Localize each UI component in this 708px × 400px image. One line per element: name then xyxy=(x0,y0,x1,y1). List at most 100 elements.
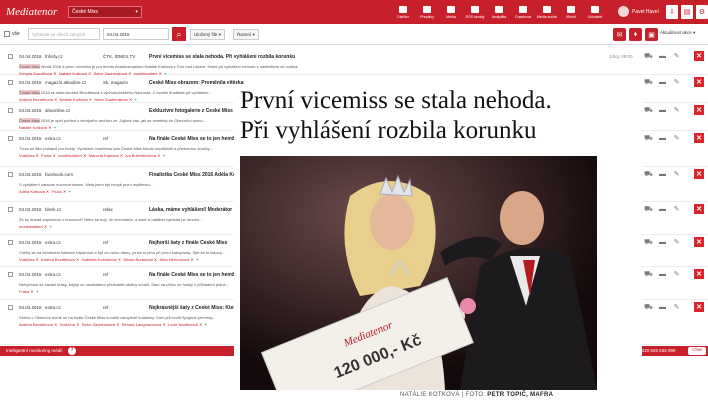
row-source[interactable]: ahaonline.cz xyxy=(45,108,70,113)
close-icon[interactable]: ✕ xyxy=(30,289,33,294)
row-checkbox[interactable] xyxy=(8,305,13,310)
row-title[interactable]: Finalistka České Miss 2016 Adéla Kotková xyxy=(149,172,239,178)
tag-chip[interactable]: Vraščina ✕ xyxy=(19,257,39,262)
row-source[interactable]: extra.cz xyxy=(45,272,61,277)
tag-chip[interactable]: modelsoldiert ✕ xyxy=(19,224,47,229)
tag-chip[interactable]: Fruka ✕ xyxy=(41,153,56,158)
tag-chip[interactable]: Adéla Kotková ✕ xyxy=(19,189,49,194)
row-source[interactable]: fnforty.cz xyxy=(45,54,63,59)
comment-icon[interactable]: ▬ xyxy=(658,52,667,60)
cart-icon[interactable]: ⛟ xyxy=(644,52,653,60)
nav-uzivatele[interactable]: Uživatelé xyxy=(584,2,606,22)
row-source[interactable]: extra.cz xyxy=(45,240,61,245)
row-checkbox[interactable] xyxy=(8,108,13,113)
tag-chip[interactable]: Sekci Zaoberatová ✕ xyxy=(82,322,120,327)
edit-icon[interactable]: ✎ xyxy=(672,170,681,178)
tag-chip[interactable]: Andrea Bezděková ✕ xyxy=(41,257,79,262)
close-icon[interactable]: ✕ xyxy=(89,97,92,102)
saved-filter-dropdown[interactable]: Uložený filtr ▾ xyxy=(190,29,226,40)
row-title[interactable]: První vicemiss se stala nehoda. Při vyhl… xyxy=(149,54,295,60)
row-source[interactable]: magazín.aktuálne.cz xyxy=(45,80,86,85)
comment-icon[interactable]: ▬ xyxy=(658,303,667,311)
add-tag-button[interactable]: + xyxy=(134,97,136,102)
inbox-button[interactable]: ✉ xyxy=(613,28,626,41)
app-logo[interactable]: Mediatenor xyxy=(6,6,62,18)
tag-chip[interactable]: Sekci Zaoberatová ✕ xyxy=(94,97,132,102)
sort-dropdown[interactable]: Řazení ▾ xyxy=(233,29,259,40)
row-source[interactable]: extra.cz xyxy=(45,305,61,310)
tag-chip[interactable]: Gabriela Kočkárová ✕ xyxy=(81,257,121,262)
row-title[interactable]: Nejhorší šaty z finále České Miss xyxy=(149,240,227,246)
select-all-checkbox[interactable] xyxy=(4,31,10,37)
nav-crawlovat[interactable]: Crawlovat xyxy=(512,2,534,22)
edit-icon[interactable]: ✎ xyxy=(672,270,681,278)
close-icon[interactable]: ✕ xyxy=(36,257,39,262)
row-source[interactable]: blesk.cz xyxy=(45,207,61,212)
nav-analytika[interactable]: Analytika xyxy=(488,2,510,22)
row-checkbox[interactable] xyxy=(8,172,13,177)
row-source[interactable]: extra.cz xyxy=(45,136,61,141)
edit-icon[interactable]: ✎ xyxy=(672,205,681,213)
chat-button[interactable]: Chat xyxy=(688,347,706,355)
comment-icon[interactable]: ▬ xyxy=(658,134,667,142)
cart-icon[interactable]: ⛟ xyxy=(644,78,653,86)
close-icon[interactable]: ✕ xyxy=(76,257,79,262)
row-title[interactable]: Exkluzivní fotogalerie z České Miss 2016 xyxy=(149,108,245,114)
cart-icon[interactable]: ⛟ xyxy=(644,303,653,311)
comment-icon[interactable]: ▬ xyxy=(658,78,667,86)
delete-button[interactable]: ✕ xyxy=(694,204,704,214)
search-input[interactable]: Vyhledat ve všech zdrojích xyxy=(28,28,100,40)
tag-chip[interactable]: Vraščina ✕ xyxy=(60,322,80,327)
delete-button[interactable]: ✕ xyxy=(694,237,704,247)
close-icon[interactable]: ✕ xyxy=(162,322,165,327)
comment-icon[interactable]: ▬ xyxy=(658,270,667,278)
close-icon[interactable]: ✕ xyxy=(191,257,194,262)
comment-icon[interactable]: ▬ xyxy=(658,205,667,213)
row-checkbox[interactable] xyxy=(8,240,13,245)
close-icon[interactable]: ✕ xyxy=(118,257,121,262)
close-icon[interactable]: ✕ xyxy=(129,97,132,102)
delete-button[interactable]: ✕ xyxy=(694,51,704,61)
tag-chip[interactable]: modelsoldiert ✕ xyxy=(58,153,86,158)
add-tag-button[interactable]: + xyxy=(205,322,207,327)
cart-icon[interactable]: ⛟ xyxy=(644,205,653,213)
delete-button[interactable]: ✕ xyxy=(694,77,704,87)
delete-button[interactable]: ✕ xyxy=(694,133,704,143)
row-checkbox[interactable] xyxy=(8,272,13,277)
close-icon[interactable]: ✕ xyxy=(157,153,160,158)
tag-chip[interactable]: Iva Bulenfeldtová ✕ xyxy=(125,153,160,158)
tag-button[interactable]: ⬧ xyxy=(629,28,642,41)
search-button[interactable]: ⌕ xyxy=(172,27,186,41)
download-button[interactable]: ⇩ xyxy=(666,5,678,19)
tag-chip[interactable]: Natálie Kotková ✕ xyxy=(60,97,93,102)
row-checkbox[interactable] xyxy=(8,136,13,141)
tag-chip[interactable]: Vraščina ✕ xyxy=(19,153,39,158)
nav-prepisky[interactable]: Přepisky xyxy=(416,2,438,22)
edit-icon[interactable]: ✎ xyxy=(672,238,681,246)
nav-media-archiv[interactable]: Media archiv xyxy=(536,2,558,22)
comment-icon[interactable]: ▬ xyxy=(658,238,667,246)
add-tag-button[interactable]: + xyxy=(50,224,52,229)
row-source[interactable]: facebook.com xyxy=(45,172,73,177)
tag-chip[interactable]: Andrea Bezděková ✕ xyxy=(19,97,57,102)
close-icon[interactable]: ✕ xyxy=(46,189,49,194)
nav-klienti[interactable]: Klienti xyxy=(560,2,582,22)
close-icon[interactable]: ✕ xyxy=(199,322,202,327)
tag-chip[interactable]: Andrea Bezděková ✕ xyxy=(19,322,57,327)
add-tag-button[interactable]: + xyxy=(196,257,198,262)
row-title[interactable]: Na finále České Miss se to jen hemží xyxy=(149,272,236,278)
photo-credit[interactable]: PETR TOPIČ, MAFRA xyxy=(487,392,553,398)
nav-media[interactable]: Média xyxy=(440,2,462,22)
date-field[interactable]: 04.04.2016 xyxy=(103,28,169,40)
close-icon[interactable]: ✕ xyxy=(54,322,57,327)
tag-chip[interactable]: Nikola Buranová ✕ xyxy=(123,257,157,262)
tag-chip[interactable]: Fruka ✕ xyxy=(19,289,34,294)
cart-icon[interactable]: ⛟ xyxy=(644,106,653,114)
tag-chip[interactable]: Fruka ✕ xyxy=(52,189,67,194)
close-icon[interactable]: ✕ xyxy=(116,322,119,327)
edit-icon[interactable]: ✎ xyxy=(672,52,681,60)
comment-icon[interactable]: ▬ xyxy=(658,170,667,178)
close-icon[interactable]: ✕ xyxy=(154,257,157,262)
add-tag-button[interactable]: + xyxy=(54,125,56,130)
close-icon[interactable]: ✕ xyxy=(53,153,56,158)
